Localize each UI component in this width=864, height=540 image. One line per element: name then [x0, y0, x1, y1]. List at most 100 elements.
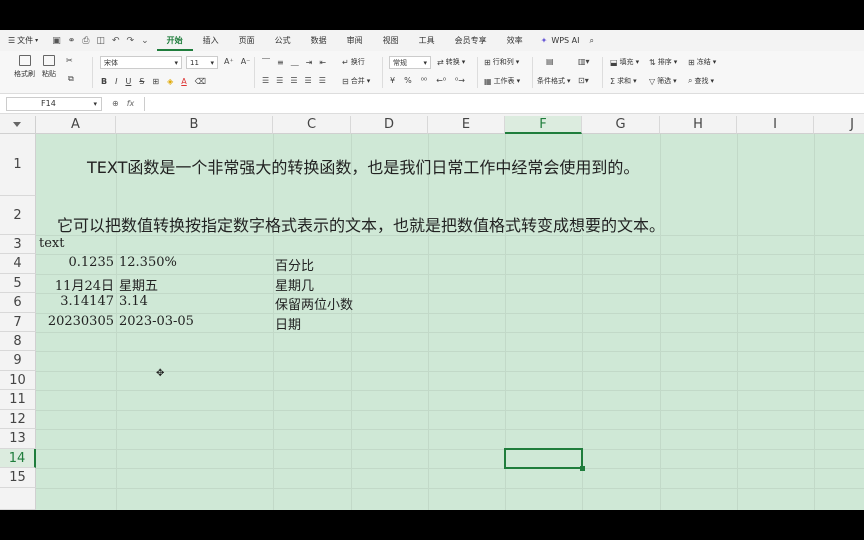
column-header-h[interactable]: H: [660, 116, 737, 134]
save-icon[interactable]: ▣: [52, 36, 61, 46]
row-header-5[interactable]: 5: [0, 274, 36, 293]
row-header-2[interactable]: 2: [0, 196, 36, 235]
column-header-a[interactable]: A: [36, 116, 116, 134]
search-icon[interactable]: ⌕: [590, 36, 594, 46]
column-header-f[interactable]: F: [505, 116, 582, 134]
currency-icon[interactable]: ¥: [390, 76, 395, 85]
row-header-15[interactable]: 15: [0, 468, 36, 488]
distributed-icon[interactable]: ☰: [319, 76, 326, 85]
paste-button[interactable]: 粘贴: [42, 55, 56, 79]
thousands-icon[interactable]: ⁰⁰: [421, 76, 427, 85]
bold-icon[interactable]: B: [101, 77, 107, 86]
row-header-11[interactable]: 11: [0, 390, 36, 410]
row-header-4[interactable]: 4: [0, 254, 36, 274]
indent-icon[interactable]: ⇥: [306, 58, 313, 67]
wrap-text-button[interactable]: ↵ 换行: [342, 57, 365, 67]
row-header-9[interactable]: 9: [0, 351, 36, 371]
convert-button[interactable]: ⇄ 转换 ▾: [437, 57, 465, 67]
cell-a3[interactable]: text: [39, 236, 64, 251]
column-header-b[interactable]: B: [116, 116, 273, 134]
increase-font-icon[interactable]: A⁺: [224, 57, 234, 66]
cell-a5[interactable]: 11月24日: [36, 275, 114, 294]
cell-c5[interactable]: 星期几: [275, 275, 314, 294]
font-size-select[interactable]: 11 ▾: [186, 56, 218, 69]
worksheet-button[interactable]: ▦ 工作表 ▾: [484, 76, 520, 86]
redo-icon[interactable]: ↷: [127, 36, 135, 46]
row-header-13[interactable]: 13: [0, 429, 36, 449]
row-header-14[interactable]: 14: [0, 449, 36, 468]
cell-b4[interactable]: 12.350%: [119, 255, 177, 270]
column-header-d[interactable]: D: [351, 116, 428, 134]
align-middle-icon[interactable]: ≡: [277, 58, 284, 67]
cell-style-icon[interactable]: ▥▾: [578, 57, 590, 66]
border-icon[interactable]: ⊞: [152, 77, 159, 86]
cut-button[interactable]: ✂: [66, 56, 73, 65]
tab-member[interactable]: 会员专享: [445, 30, 497, 51]
cell-a7[interactable]: 20230305: [36, 314, 114, 329]
fill-button[interactable]: ⬓ 填充 ▾: [610, 57, 639, 67]
table-style-icon[interactable]: ▤: [546, 57, 554, 66]
file-menu[interactable]: ☰ 文件 ▾: [0, 35, 44, 46]
row-header-10[interactable]: 10: [0, 371, 36, 390]
align-center-icon[interactable]: ☰: [276, 76, 283, 85]
column-header-j[interactable]: J: [814, 116, 864, 134]
italic-icon[interactable]: I: [115, 77, 117, 86]
chevron-down-icon[interactable]: ⌄: [141, 36, 149, 46]
tab-efficiency[interactable]: 效率: [497, 30, 533, 51]
increase-decimal-icon[interactable]: ←⁰: [436, 76, 446, 85]
column-header-c[interactable]: C: [273, 116, 351, 134]
fill-color-icon[interactable]: ◈: [167, 77, 173, 86]
cell-border-icon[interactable]: ⊡▾: [578, 76, 589, 85]
preview-icon[interactable]: ◫: [96, 36, 105, 46]
align-top-icon[interactable]: ⎺: [262, 57, 270, 67]
cell-a4[interactable]: 0.1235: [36, 255, 115, 270]
column-header-g[interactable]: G: [582, 116, 660, 134]
copy-button[interactable]: ⧉: [68, 74, 74, 84]
tab-view[interactable]: 视图: [373, 30, 409, 51]
cell-a6[interactable]: 3.14147: [36, 294, 114, 309]
conditional-format-button[interactable]: 条件格式 ▾: [537, 76, 571, 86]
undo-icon[interactable]: ↶: [112, 36, 120, 46]
column-header-i[interactable]: I: [737, 116, 814, 134]
tab-data[interactable]: 数据: [301, 30, 337, 51]
row-header-3[interactable]: 3: [0, 235, 36, 254]
column-header-e[interactable]: E: [428, 116, 505, 134]
formula-input[interactable]: [145, 97, 864, 111]
percent-icon[interactable]: %: [404, 76, 412, 85]
cell-a1[interactable]: TEXT函数是一个非常强大的转换函数，也是我们日常工作中经常会使用到的。: [87, 154, 639, 178]
merge-button[interactable]: ⊟ 合并 ▾: [342, 76, 370, 86]
decrease-font-icon[interactable]: A⁻: [241, 57, 251, 66]
wps-ai-button[interactable]: ✦ WPS AI ⌕: [533, 36, 594, 46]
cell-c6[interactable]: 保留两位小数: [275, 294, 353, 313]
cell-area[interactable]: TEXT函数是一个非常强大的转换函数，也是我们日常工作中经常会使用到的。 它可以…: [36, 134, 864, 510]
cell-b6[interactable]: 3.14: [119, 294, 148, 309]
row-header-6[interactable]: 6: [0, 293, 36, 313]
cell-c4[interactable]: 百分比: [275, 255, 314, 274]
align-bottom-icon[interactable]: ⎽: [291, 57, 299, 67]
justify-icon[interactable]: ☰: [305, 76, 312, 85]
zoom-icon[interactable]: ⊕: [112, 99, 119, 108]
cell-b7[interactable]: 2023-03-05: [119, 314, 194, 329]
row-header-1[interactable]: 1: [0, 134, 36, 196]
name-box[interactable]: F14 ▾: [6, 96, 102, 111]
cell-b5[interactable]: 星期五: [119, 275, 158, 294]
sort-button[interactable]: ⇅ 排序 ▾: [649, 57, 677, 67]
row-header-8[interactable]: 8: [0, 332, 36, 351]
tab-insert[interactable]: 插入: [193, 30, 229, 51]
row-header-12[interactable]: 12: [0, 410, 36, 429]
tab-page[interactable]: 页面: [229, 30, 265, 51]
align-right-icon[interactable]: ☰: [290, 76, 297, 85]
tab-tools[interactable]: 工具: [409, 30, 445, 51]
decrease-decimal-icon[interactable]: ⁰→: [455, 76, 465, 85]
tab-formulas[interactable]: 公式: [265, 30, 301, 51]
link-icon[interactable]: ⚭: [68, 36, 76, 46]
format-painter-button[interactable]: 格式刷: [14, 55, 35, 79]
font-color-icon[interactable]: A: [181, 77, 186, 86]
filter-button[interactable]: ▽ 筛选 ▾: [649, 76, 677, 86]
function-icon[interactable]: fx: [127, 99, 135, 108]
freeze-button[interactable]: ⊞ 冻结 ▾: [688, 57, 716, 67]
sum-button[interactable]: Σ 求和 ▾: [610, 76, 637, 86]
tab-review[interactable]: 审阅: [337, 30, 373, 51]
cell-a2[interactable]: 它可以把数值转换按指定数字格式表示的文本，也就是把数值格式转变成想要的文本。: [57, 212, 665, 236]
underline-icon[interactable]: U: [125, 77, 131, 86]
